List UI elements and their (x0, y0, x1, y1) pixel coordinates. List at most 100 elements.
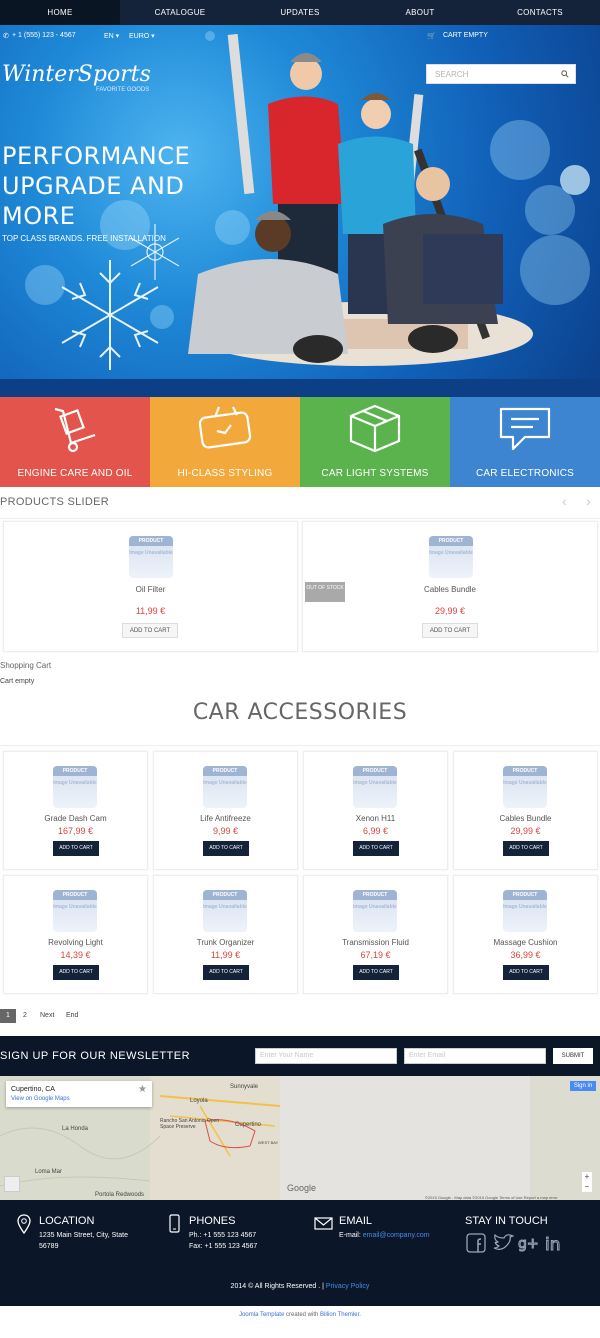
site-logo[interactable]: WinterSports (2, 62, 151, 87)
map-streetview-control[interactable] (4, 1176, 20, 1192)
themler-link[interactable]: Billion Themler. (320, 1312, 361, 1318)
search-input[interactable]: SEARCH (426, 64, 576, 84)
product-image-placeholder[interactable]: PRODUCT Image Unavailable (503, 766, 547, 808)
add-to-cart-button[interactable]: ADD TO CART (422, 623, 478, 638)
joomla-template-link[interactable]: Joomla Template (239, 1312, 284, 1318)
map-sign-in-button[interactable]: Sign in (570, 1081, 596, 1091)
placeholder-top: PRODUCT (503, 890, 547, 900)
hero-title: PERFORMANCE UPGRADE AND MORE (2, 141, 190, 231)
product-name[interactable]: Massage Cushion (453, 938, 598, 947)
product-image-placeholder[interactable]: PRODUCT Image Unavailable (203, 766, 247, 808)
add-to-cart-button[interactable]: ADD TO CART (503, 965, 549, 980)
cart-status[interactable]: CART EMPTY (443, 32, 488, 39)
product-name[interactable]: Xenon H11 (303, 814, 448, 823)
tile-label: HI-CLASS STYLING (177, 468, 273, 479)
newsletter-email-input[interactable]: Enter Email (404, 1048, 546, 1064)
map-zoom-out-button[interactable]: − (582, 1182, 592, 1192)
tile-styling[interactable]: HI-CLASS STYLING (150, 397, 300, 487)
linkedin-icon[interactable]: in (545, 1233, 565, 1254)
google-logo: Google (287, 1183, 317, 1193)
add-to-cart-button[interactable]: ADD TO CART (122, 623, 178, 638)
placeholder-top: PRODUCT (53, 766, 97, 776)
star-icon[interactable]: ★ (138, 1084, 147, 1095)
product-name[interactable]: Transmission Fluid (303, 938, 448, 947)
nav-home[interactable]: HOME (0, 0, 120, 25)
product-name[interactable]: Cables Bundle (453, 814, 598, 823)
product-name[interactable]: Trunk Organizer (153, 938, 298, 947)
nav-contacts[interactable]: CONTACTS (480, 0, 600, 25)
page-2-link[interactable]: 2 (23, 1009, 27, 1023)
product-image-placeholder[interactable]: PRODUCT Image Unavailable (353, 890, 397, 932)
twitter-icon[interactable] (492, 1234, 514, 1252)
add-to-cart-button[interactable]: ADD TO CART (503, 841, 549, 856)
end-page-link[interactable]: End (66, 1009, 78, 1023)
cart-status-text: Cart empty (0, 678, 35, 685)
currency-select[interactable]: EURO ▾ (129, 32, 155, 40)
add-to-cart-button[interactable]: ADD TO CART (203, 965, 249, 980)
placeholder-bottom: Image Unavailable (353, 904, 397, 910)
map-zoom-in-button[interactable]: + (582, 1172, 592, 1182)
product-image-placeholder[interactable]: PRODUCT Image Unavailable (353, 766, 397, 808)
product-image-placeholder[interactable]: PRODUCT Image Unavailable (129, 536, 173, 578)
chevron-left-icon[interactable]: ‹ (562, 493, 567, 509)
product-name[interactable]: Cables Bundle (302, 585, 598, 594)
nav-catalogue[interactable]: CATALOGUE (120, 0, 240, 25)
newsletter-name-input[interactable]: Enter Your Name (255, 1048, 397, 1064)
product-price: 29,99 € (434, 606, 466, 616)
phone-number: + 1 (555) 123 - 4567 (12, 32, 76, 39)
google-plus-icon[interactable]: g+ (518, 1233, 540, 1253)
product-image-placeholder[interactable]: PRODUCT Image Unavailable (53, 890, 97, 932)
placeholder-bottom: Image Unavailable (53, 904, 97, 910)
product-image-placeholder[interactable]: PRODUCT Image Unavailable (53, 766, 97, 808)
nav-updates[interactable]: UPDATES (240, 0, 360, 25)
product-name[interactable]: Revolving Light (3, 938, 148, 947)
privacy-policy-link[interactable]: Privacy Policy (326, 1283, 370, 1290)
footer-address-line: 56789 (39, 1243, 59, 1250)
envelope-icon (314, 1217, 333, 1230)
footer-email-heading: EMAIL (339, 1215, 373, 1227)
placeholder-bottom: Image Unavailable (353, 780, 397, 786)
credit-text: created with (284, 1312, 320, 1318)
product-image-placeholder[interactable]: PRODUCT Image Unavailable (429, 536, 473, 578)
product-name[interactable]: Life Antifreeze (153, 814, 298, 823)
newsletter-title: SIGN UP FOR OUR NEWSLETTER (0, 1050, 191, 1062)
view-on-google-maps-link[interactable]: View on Google Maps (11, 1096, 70, 1102)
add-to-cart-button[interactable]: ADD TO CART (53, 841, 99, 856)
email-label: E-mail: (339, 1232, 363, 1239)
product-name[interactable]: Grade Dash Cam (3, 814, 148, 823)
add-to-cart-button[interactable]: ADD TO CART (203, 841, 249, 856)
chevron-right-icon[interactable]: › (586, 493, 591, 509)
tile-electronics[interactable]: CAR ELECTRONICS (450, 397, 600, 487)
svg-text:g+: g+ (518, 1236, 539, 1252)
search-placeholder: SEARCH (435, 70, 469, 79)
placeholder-top: PRODUCT (203, 766, 247, 776)
product-image-placeholder[interactable]: PRODUCT Image Unavailable (503, 890, 547, 932)
product-name[interactable]: Oil Filter (3, 585, 298, 594)
search-icon[interactable] (561, 70, 569, 78)
add-to-cart-button[interactable]: ADD TO CART (353, 965, 399, 980)
facebook-icon[interactable] (466, 1233, 486, 1253)
add-to-cart-button[interactable]: ADD TO CART (353, 841, 399, 856)
nav-about[interactable]: ABOUT (360, 0, 480, 25)
add-to-cart-button[interactable]: ADD TO CART (53, 965, 99, 980)
email-link[interactable]: email@company.com (363, 1232, 430, 1239)
product-price: 67,19 € (360, 950, 391, 960)
next-page-link[interactable]: Next (40, 1009, 54, 1023)
tile-engine-care[interactable]: ENGINE CARE AND OIL (0, 397, 150, 487)
name-placeholder: Enter Your Name (260, 1052, 314, 1059)
product-price: 167,99 € (57, 826, 94, 836)
footer-social-heading: STAY IN TOUCH (465, 1215, 548, 1227)
cart-icon[interactable]: 🛒 (427, 32, 436, 40)
language-select[interactable]: EN ▾ (104, 32, 119, 40)
map-place-name: Cupertino, CA (11, 1086, 55, 1093)
tile-light-systems[interactable]: CAR LIGHT SYSTEMS (300, 397, 450, 487)
page-1-button[interactable]: 1 (0, 1009, 16, 1023)
map-label: Cupertino (235, 1122, 262, 1128)
mobile-phone-icon (169, 1214, 180, 1233)
newsletter-submit-button[interactable]: SUBMIT (553, 1048, 593, 1064)
footer-email-line: E-mail: email@company.com (339, 1230, 430, 1241)
placeholder-top: PRODUCT (53, 890, 97, 900)
map-label: Portola Redwoods (95, 1192, 145, 1198)
hero-title-line: PERFORMANCE (2, 142, 191, 170)
product-image-placeholder[interactable]: PRODUCT Image Unavailable (203, 890, 247, 932)
